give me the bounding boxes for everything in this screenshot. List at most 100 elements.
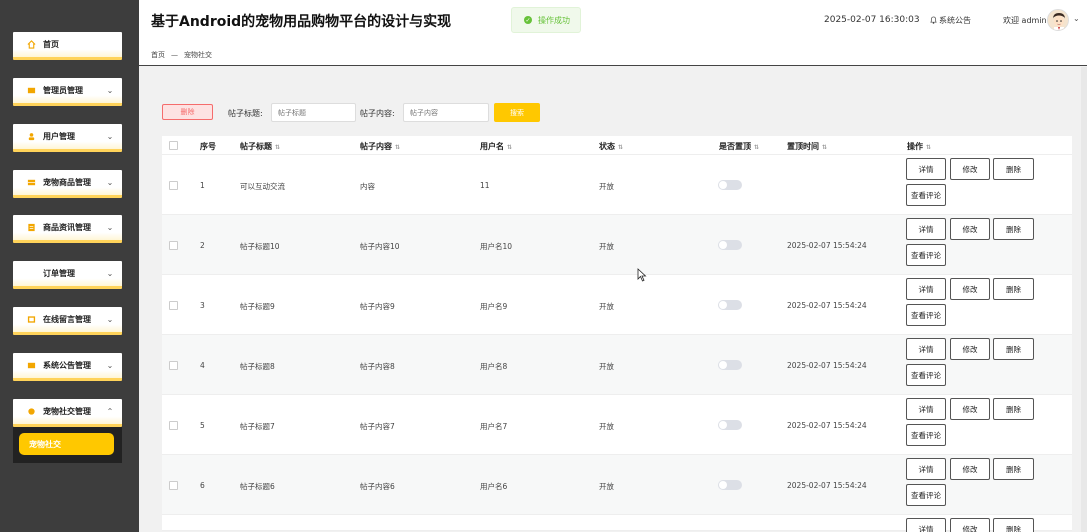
chevron-up-icon: ⌃ [106, 407, 114, 416]
pinned-toggle[interactable] [718, 240, 742, 250]
pinned-toggle[interactable] [718, 480, 742, 490]
chevron-down-icon: ⌄ [106, 269, 114, 278]
cell-pinned-time: 2025-02-07 15:54:24 [787, 301, 867, 310]
breadcrumb-home[interactable]: 首页 [151, 50, 165, 60]
sidebar-item-product-news[interactable]: 商品资讯管理 ⌄ [13, 215, 122, 243]
row-checkbox[interactable] [169, 481, 178, 490]
sidebar-item-home[interactable]: 首页 [13, 32, 122, 60]
delete-button[interactable]: 删除 [993, 518, 1034, 532]
avatar-icon[interactable] [1047, 9, 1069, 31]
cell-content: 帖子内容7 [360, 422, 395, 431]
sidebar-item-orders[interactable]: 订单管理 ⌄ [13, 261, 122, 289]
success-toast: ✓ 操作成功 [511, 7, 581, 33]
row-checkbox[interactable] [169, 421, 178, 430]
header: 基于Android的宠物用品购物平台的设计与实现 ✓ 操作成功 2025-02-… [139, 0, 1087, 44]
post-title-input[interactable] [271, 103, 356, 122]
table-row: 详情 修改 删除 [162, 515, 1072, 532]
sidebar-item-pet-social[interactable]: 宠物社交管理 ⌃ [13, 399, 122, 427]
view-comments-button[interactable]: 查看评论 [906, 484, 946, 506]
chevron-down-icon: ⌄ [106, 178, 114, 187]
header-content[interactable]: 帖子内容 ⇅ [360, 141, 400, 152]
delete-button[interactable]: 删除 [993, 278, 1034, 300]
welcome-text: 欢迎 admin [1003, 16, 1047, 25]
list-icon [26, 178, 36, 188]
edit-button[interactable]: 修改 [950, 458, 990, 480]
sidebar-item-notices[interactable]: 系统公告管理 ⌄ [13, 353, 122, 381]
pinned-toggle[interactable] [718, 360, 742, 370]
mouse-cursor-icon [637, 268, 647, 282]
header-actions[interactable]: 操作 ⇅ [907, 141, 931, 152]
header-title[interactable]: 帖子标题 ⇅ [240, 141, 280, 152]
edit-button[interactable]: 修改 [950, 398, 990, 420]
sidebar-item-pet-products[interactable]: 宠物商品管理 ⌄ [13, 170, 122, 198]
row-checkbox[interactable] [169, 301, 178, 310]
cell-username: 用户名9 [480, 302, 508, 311]
view-comments-button[interactable]: 查看评论 [906, 184, 946, 206]
sidebar-item-admin[interactable]: 管理员管理 ⌄ [13, 78, 122, 106]
header-pinned-time[interactable]: 置顶时间 ⇅ [787, 141, 827, 152]
cell-status: 开放 [599, 362, 614, 371]
edit-button[interactable]: 修改 [950, 158, 990, 180]
sidebar-item-label: 订单管理 [43, 269, 75, 278]
sidebar-item-label: 宠物商品管理 [43, 178, 91, 187]
view-comments-button[interactable]: 查看评论 [906, 304, 946, 326]
delete-button[interactable]: 删除 [993, 218, 1034, 240]
sort-icon: ⇅ [395, 144, 401, 151]
view-comments-button[interactable]: 查看评论 [906, 244, 946, 266]
search-button[interactable]: 搜索 [494, 103, 540, 122]
row-checkbox[interactable] [169, 361, 178, 370]
sidebar: 首页 管理员管理 ⌄ 用户管理 ⌄ 宠物商品管理 ⌄ 商品资讯管理 ⌄ 订单管理… [0, 0, 139, 532]
view-comments-button[interactable]: 查看评论 [906, 424, 946, 446]
header-username[interactable]: 用户名 ⇅ [480, 141, 512, 152]
header-status[interactable]: 状态 ⇅ [599, 141, 623, 152]
delete-button[interactable]: 删除 [993, 158, 1034, 180]
detail-button[interactable]: 详情 [906, 458, 946, 480]
detail-button[interactable]: 详情 [906, 278, 946, 300]
header-pinned-time-label: 置顶时间 [787, 142, 819, 151]
row-checkbox[interactable] [169, 181, 178, 190]
edit-button[interactable]: 修改 [950, 218, 990, 240]
pinned-toggle[interactable] [718, 180, 742, 190]
select-all-checkbox[interactable] [169, 141, 178, 150]
system-notice-link[interactable]: 系统公告 [930, 15, 971, 26]
cell-index: 2 [200, 241, 205, 250]
detail-button[interactable]: 详情 [906, 398, 946, 420]
vertical-scrollbar[interactable] [1081, 67, 1087, 532]
cell-title: 帖子标题9 [240, 302, 275, 311]
cell-content: 帖子内容10 [360, 242, 400, 251]
detail-button[interactable]: 详情 [906, 158, 946, 180]
edit-button[interactable]: 修改 [950, 518, 990, 532]
post-content-input[interactable] [403, 103, 489, 122]
batch-delete-button[interactable]: 删除 [162, 104, 213, 120]
detail-button[interactable]: 详情 [906, 338, 946, 360]
delete-button[interactable]: 删除 [993, 398, 1034, 420]
detail-button[interactable]: 详情 [906, 518, 946, 532]
chevron-down-icon[interactable]: ⌄ [1073, 14, 1080, 23]
delete-button[interactable]: 删除 [993, 338, 1034, 360]
header-pinned[interactable]: 是否置顶 ⇅ [719, 141, 759, 152]
sidebar-item-messages[interactable]: 在线留言管理 ⌄ [13, 307, 122, 335]
bell-icon [930, 16, 937, 26]
submenu-item-pet-social[interactable]: 宠物社交 [19, 433, 114, 455]
delete-button[interactable]: 删除 [993, 458, 1034, 480]
edit-button[interactable]: 修改 [950, 338, 990, 360]
breadcrumb-separator: — [171, 50, 178, 59]
sort-icon: ⇅ [822, 144, 828, 151]
view-comments-button[interactable]: 查看评论 [906, 364, 946, 386]
row-checkbox[interactable] [169, 241, 178, 250]
detail-button[interactable]: 详情 [906, 218, 946, 240]
sidebar-item-users[interactable]: 用户管理 ⌄ [13, 124, 122, 152]
pinned-toggle[interactable] [718, 420, 742, 430]
chevron-down-icon: ⌄ [106, 223, 114, 232]
cell-username: 用户名7 [480, 422, 508, 431]
orders-icon [26, 269, 36, 279]
cell-title: 帖子标题10 [240, 242, 280, 251]
edit-button[interactable]: 修改 [950, 278, 990, 300]
sort-icon: ⇅ [926, 144, 932, 151]
cell-content: 帖子内容9 [360, 302, 395, 311]
pinned-toggle[interactable] [718, 300, 742, 310]
sidebar-item-label: 系统公告管理 [43, 361, 91, 370]
cell-title: 帖子标题6 [240, 482, 275, 491]
cell-status: 开放 [599, 482, 614, 491]
home-icon [26, 40, 36, 50]
